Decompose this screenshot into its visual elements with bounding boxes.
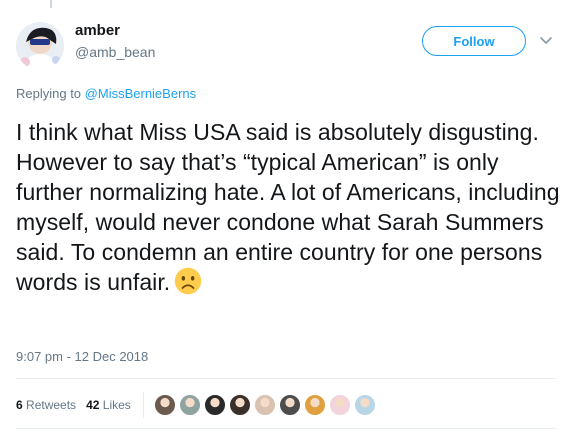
reply-target-link[interactable]: @MissBernieBerns — [85, 86, 196, 101]
retweets-label: Retweets — [26, 398, 77, 412]
tweet-body: I think what Miss USA said is absolutely… — [16, 119, 560, 295]
liker-avatar[interactable] — [253, 394, 276, 416]
tweet-stats: 6 Retweets 42 Likes — [16, 392, 379, 418]
liker-avatar[interactable] — [328, 394, 351, 416]
stats-separator — [142, 392, 144, 418]
liker-avatar[interactable] — [153, 394, 176, 416]
retweets-count: 6 — [16, 398, 23, 412]
thread-connector-line — [50, 0, 52, 8]
reply-prefix: Replying to — [16, 86, 82, 101]
tweet-timestamp[interactable]: 9:07 pm - 12 Dec 2018 — [16, 349, 148, 364]
retweets-stat[interactable]: 6 Retweets — [16, 398, 76, 412]
avatar[interactable] — [16, 22, 64, 70]
author-display-name[interactable]: amber — [75, 21, 155, 40]
likes-stat[interactable]: 42 Likes — [86, 398, 131, 412]
liker-avatar[interactable] — [303, 394, 326, 416]
follow-button[interactable]: Follow — [422, 26, 526, 56]
tweet-text: I think what Miss USA said is absolutely… — [16, 117, 566, 297]
author-handle[interactable]: @amb_bean — [75, 42, 155, 62]
avatar-image — [16, 22, 64, 70]
liker-avatar[interactable] — [203, 394, 226, 416]
liker-avatar[interactable] — [353, 394, 376, 416]
tweet-header: amber @amb_bean Follow — [16, 12, 556, 70]
liker-avatar[interactable] — [278, 394, 301, 416]
chevron-down-icon[interactable] — [536, 30, 556, 50]
reply-context: Replying to @MissBernieBerns — [16, 86, 196, 101]
likes-count: 42 — [86, 398, 100, 412]
divider — [16, 378, 556, 379]
author-names: amber @amb_bean — [75, 21, 155, 62]
liker-avatar[interactable] — [228, 394, 251, 416]
liker-avatars — [153, 394, 379, 416]
frowning-face-emoji — [174, 267, 202, 295]
likes-label: Likes — [102, 398, 131, 412]
liker-avatar[interactable] — [178, 394, 201, 416]
